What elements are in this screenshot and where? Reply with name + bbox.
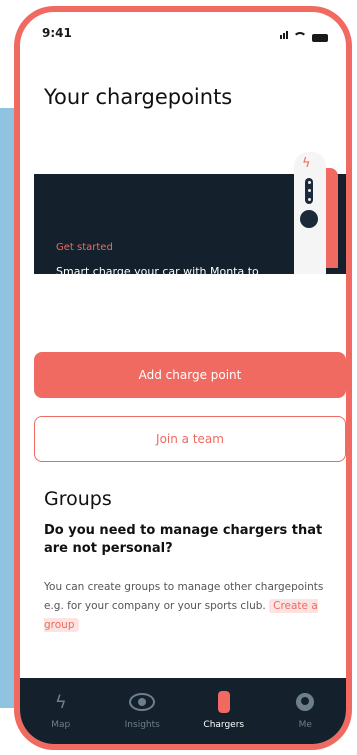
tab-me-label: Me	[298, 720, 312, 730]
groups-title: Groups	[44, 488, 112, 510]
groups-description: You can create groups to manage other ch…	[44, 578, 344, 635]
tab-insights-label: Insights	[124, 720, 160, 730]
promo-eyebrow: Get started	[56, 242, 113, 253]
tab-insights[interactable]: Insights	[107, 690, 177, 730]
tab-map-label: Map	[51, 720, 71, 730]
tab-map[interactable]: ϟ Map	[26, 690, 96, 731]
wifi-icon	[293, 32, 307, 42]
add-charge-point-button[interactable]: Add charge point	[34, 352, 346, 398]
tab-chargers[interactable]: Chargers	[189, 690, 259, 730]
phone-frame: 9:41 Your chargepoints ϟ Get started Sma…	[14, 6, 352, 750]
tab-bar: ϟ Map Insights Chargers Me	[20, 678, 346, 744]
profile-icon	[296, 693, 315, 711]
eye-icon	[129, 693, 156, 711]
bolt-icon: ϟ	[54, 691, 67, 713]
groups-question: Do you need to manage chargers that are …	[44, 523, 323, 556]
signal-icon	[279, 28, 288, 42]
tab-me[interactable]: Me	[270, 690, 340, 730]
status-bar: 9:41	[42, 26, 328, 42]
tab-chargers-label: Chargers	[203, 720, 245, 730]
charger-dial-icon	[300, 210, 318, 228]
bolt-icon: ϟ	[302, 156, 311, 171]
page-title: Your chargepoints	[44, 85, 233, 109]
status-icons	[279, 28, 328, 42]
join-team-button[interactable]: Join a team	[34, 416, 346, 462]
phone-screen: 9:41 Your chargepoints ϟ Get started Sma…	[20, 12, 346, 744]
promo-text: Smart charge your car with Monta to char…	[56, 265, 259, 308]
promo-card[interactable]: ϟ Get started Smart charge your car with…	[34, 152, 346, 308]
charger-icon	[217, 691, 230, 713]
status-time: 9:41	[42, 26, 72, 40]
charger-led-icon	[305, 178, 313, 204]
battery-icon	[312, 34, 328, 42]
charger-illustration: ϟ	[294, 152, 326, 274]
